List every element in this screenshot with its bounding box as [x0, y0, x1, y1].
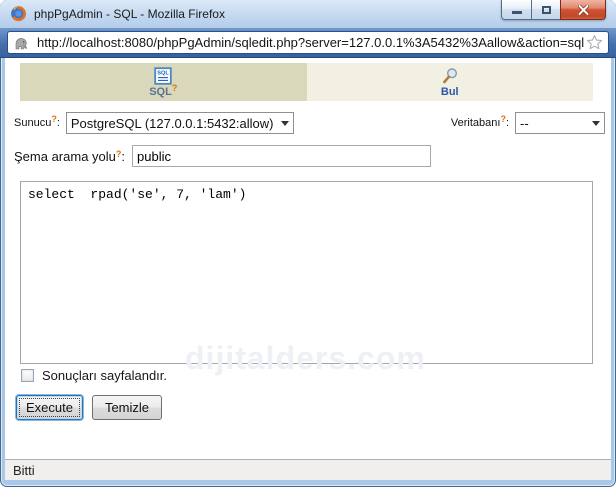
tab-bul-label: Bul: [440, 85, 459, 98]
paginate-row: Sonuçları sayfalandır.: [21, 368, 167, 383]
database-select[interactable]: --: [515, 112, 605, 134]
bookmark-star-icon[interactable]: [586, 34, 603, 51]
database-help-marker[interactable]: ?: [500, 114, 506, 124]
minimize-button[interactable]: [501, 0, 531, 20]
navigation-bar: http://localhost:8080/phpPgAdmin/sqledit…: [0, 28, 616, 58]
tab-sql-label: SQL?: [149, 82, 178, 98]
title-bar[interactable]: phpPgAdmin - SQL - Mozilla Firefox: [0, 0, 616, 28]
svg-text:SQL: SQL: [158, 70, 170, 76]
status-bar: Bitti: [5, 459, 611, 480]
server-help-marker[interactable]: ?: [51, 114, 57, 124]
close-button[interactable]: [560, 0, 606, 20]
schema-label: Şema arama yolu?:: [14, 148, 126, 164]
status-text: Bitti: [13, 462, 35, 478]
server-select[interactable]: PostgreSQL (127.0.0.1:5432:allow): [65, 112, 294, 134]
tab-sql[interactable]: SQL SQL?: [20, 63, 307, 101]
paginate-checkbox[interactable]: [21, 369, 34, 382]
server-label: Sunucu?:: [14, 114, 60, 129]
window-controls: [501, 0, 606, 20]
sql-help-marker[interactable]: ?: [172, 83, 178, 93]
chevron-down-icon: [277, 120, 293, 126]
sql-textarea[interactable]: select rpad('se', 7, 'lam'): [20, 181, 593, 364]
schema-row: Şema arama yolu?:: [14, 145, 432, 167]
schema-input[interactable]: [132, 145, 432, 167]
minimize-icon: [511, 11, 522, 14]
chevron-down-icon: [588, 120, 604, 126]
tab-bul[interactable]: Bul: [306, 63, 593, 101]
maximize-icon: [541, 5, 551, 14]
server-select-value: PostgreSQL (127.0.0.1:5432:allow): [70, 115, 274, 131]
sql-document-icon: SQL: [154, 66, 172, 85]
phppgadmin-elephant-favicon: [15, 37, 27, 49]
close-icon: [577, 4, 589, 15]
url-bar[interactable]: http://localhost:8080/phpPgAdmin/sqledit…: [7, 31, 609, 54]
database-select-value: --: [520, 115, 529, 131]
tab-bar: SQL SQL? Bul: [20, 63, 593, 101]
button-row: Execute Temizle: [16, 395, 162, 420]
clear-button[interactable]: Temizle: [92, 395, 162, 420]
browser-window: phpPgAdmin - SQL - Mozilla Firefox http:…: [0, 0, 616, 487]
firefox-icon: [11, 6, 26, 22]
page-content: SQL SQL? Bul Sunucu?: PostgreSQL (127.0.…: [5, 58, 611, 459]
schema-help-marker[interactable]: ?: [116, 149, 122, 159]
server-row: Sunucu?: PostgreSQL (127.0.0.1:5432:allo…: [14, 112, 294, 134]
execute-button[interactable]: Execute: [16, 395, 83, 420]
paginate-label: Sonuçları sayfalandır.: [42, 368, 168, 383]
database-label: Veritabanı?:: [450, 114, 509, 129]
magnifier-icon: [442, 67, 457, 83]
window-title: phpPgAdmin - SQL - Mozilla Firefox: [34, 7, 225, 21]
url-text[interactable]: http://localhost:8080/phpPgAdmin/sqledit…: [37, 35, 584, 50]
database-row: Veritabanı?: --: [451, 112, 605, 134]
maximize-button[interactable]: [531, 0, 560, 20]
